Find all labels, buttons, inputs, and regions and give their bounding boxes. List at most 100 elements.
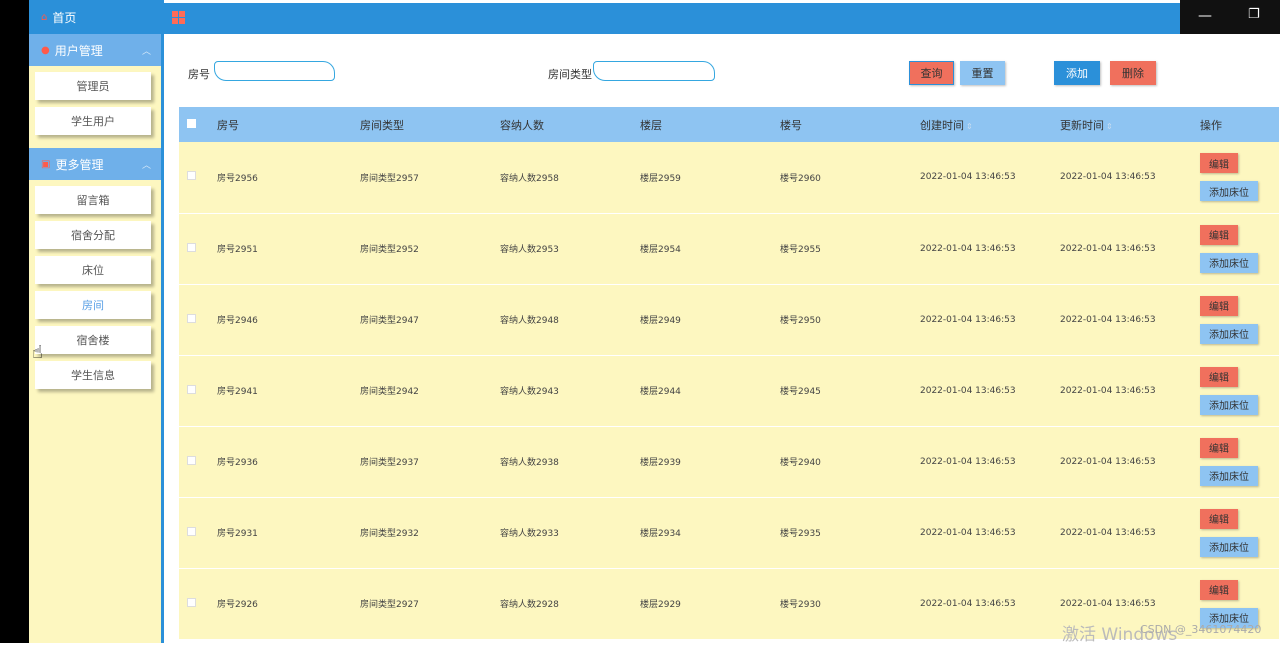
row-checkbox[interactable] — [187, 526, 196, 536]
cell-updated-time: 2022-01-04 13:46:53 — [1060, 527, 1156, 538]
row-checkbox[interactable] — [187, 313, 196, 323]
left-black-strip — [0, 0, 29, 643]
col-header-updated[interactable]: 更新时间 ⇕ — [1060, 107, 1200, 142]
query-button[interactable]: 查询 — [909, 61, 954, 85]
edit-button[interactable]: 编辑 — [1200, 224, 1238, 245]
cell-floor: 楼层2939 — [640, 458, 681, 468]
sidebar-item-student-user[interactable]: 学生用户 — [35, 107, 151, 135]
sidebar-group-label: 用户管理 — [54, 43, 103, 58]
cell-created-time: 2022-01-04 13:46:53 — [920, 527, 1016, 538]
window-controls: — ❐ — [1180, 0, 1280, 34]
cell-floor: 楼层2954 — [640, 245, 681, 255]
cell-created-time: 2022-01-04 13:46:53 — [920, 385, 1016, 396]
sidebar-sublist-more: 留言箱 宿舍分配 床位 房间 宿舍楼 学生信息 — [29, 180, 161, 402]
sort-icon[interactable]: ⇕ — [1106, 122, 1113, 131]
sidebar-item-student-info[interactable]: 学生信息 — [35, 361, 151, 389]
add-button[interactable]: 添加 — [1054, 61, 1100, 85]
cell-floor: 楼层2929 — [640, 600, 681, 610]
sidebar-home-label: 首页 — [52, 10, 77, 25]
reset-button[interactable]: 重置 — [960, 61, 1005, 85]
edit-button[interactable]: 编辑 — [1200, 295, 1238, 316]
table-row: 房号2936 房间类型2937 容纳人数2938 楼层2939 楼号2940 2022-0… — [179, 426, 1279, 497]
row-actions: 编辑 添加床位 — [1200, 153, 1279, 202]
sort-icon[interactable]: ⇕ — [966, 122, 973, 131]
sidebar-item-room[interactable]: 房间 — [35, 291, 151, 319]
cell-floor: 楼层2959 — [640, 173, 681, 184]
cell-room-type: 房间类型2957 — [360, 173, 419, 184]
col-header-room-type: 房间类型 — [360, 118, 404, 132]
cell-room-type: 房间类型2927 — [360, 600, 419, 610]
sidebar-sublist-user: 管理员 学生用户 — [29, 66, 161, 148]
edit-button[interactable]: 编辑 — [1200, 366, 1238, 387]
add-bed-button[interactable]: 添加床位 — [1200, 394, 1258, 415]
cell-capacity: 容纳人数2953 — [500, 245, 559, 255]
sidebar-item-bed[interactable]: 床位 — [35, 256, 151, 284]
cell-capacity: 容纳人数2928 — [500, 600, 559, 610]
top-bar — [164, 3, 1180, 34]
row-checkbox[interactable] — [187, 384, 196, 394]
edit-button[interactable]: 编辑 — [1200, 508, 1238, 529]
edit-button[interactable]: 编辑 — [1200, 153, 1238, 174]
room-no-input[interactable] — [214, 61, 335, 81]
delete-button[interactable]: 删除 — [1110, 61, 1156, 85]
table-row: 房号2946 房间类型2947 容纳人数2948 楼层2949 楼号2950 2022-0… — [179, 284, 1279, 355]
sidebar-item-dorm-building[interactable]: 宿舍楼 — [35, 326, 151, 354]
add-bed-button[interactable]: 添加床位 — [1200, 252, 1258, 273]
cell-building: 楼号2935 — [780, 529, 821, 539]
sidebar-group-more-management[interactable]: ▣ 更多管理 ︿ — [29, 148, 161, 180]
cell-building: 楼号2930 — [780, 600, 821, 610]
add-bed-button[interactable]: 添加床位 — [1200, 536, 1258, 557]
cell-updated-time: 2022-01-04 13:46:53 — [1060, 385, 1156, 396]
cell-room-no: 房号2931 — [217, 529, 258, 539]
restore-icon[interactable]: ❐ — [1248, 7, 1260, 22]
row-checkbox[interactable] — [187, 455, 196, 465]
user-icon: ● — [41, 44, 50, 56]
cell-building: 楼号2960 — [780, 173, 821, 184]
cell-room-type: 房间类型2947 — [360, 316, 419, 326]
grid-icon[interactable] — [172, 11, 185, 24]
cell-room-no: 房号2926 — [217, 600, 258, 610]
add-bed-button[interactable]: 添加床位 — [1200, 181, 1258, 202]
add-bed-button[interactable]: 添加床位 — [1200, 323, 1258, 344]
minimize-icon[interactable]: — — [1198, 8, 1212, 24]
sidebar-group-user-management[interactable]: ● 用户管理 ︿ — [29, 34, 161, 66]
edit-button[interactable]: 编辑 — [1200, 437, 1238, 458]
add-bed-button[interactable]: 添加床位 — [1200, 465, 1258, 486]
col-header-building: 楼号 — [780, 118, 802, 132]
table-row: 房号2941 房间类型2942 容纳人数2943 楼层2944 楼号2945 2022-0… — [179, 355, 1279, 426]
sidebar: ⌂ 首页 ● 用户管理 ︿ 管理员 学生用户 ▣ 更多管理 ︿ 留言箱 宿舍分配… — [29, 0, 164, 643]
chevron-up-icon: ︿ — [141, 160, 151, 171]
cell-created-time: 2022-01-04 13:46:53 — [920, 598, 1016, 609]
row-checkbox[interactable] — [187, 171, 196, 181]
cell-capacity: 容纳人数2943 — [500, 387, 559, 397]
cell-room-type: 房间类型2942 — [360, 387, 419, 397]
cell-room-type: 房间类型2937 — [360, 458, 419, 468]
cell-created-time: 2022-01-04 13:46:53 — [920, 314, 1016, 325]
room-type-input[interactable] — [593, 61, 715, 81]
room-table: 房号 房间类型 容纳人数 楼层 楼号 创建时间 ⇕ 更新时间 ⇕ 操作 房号2956… — [179, 107, 1279, 640]
row-checkbox[interactable] — [187, 597, 196, 607]
col-header-updated-label: 更新时间 — [1060, 118, 1104, 132]
sidebar-item-admin[interactable]: 管理员 — [35, 72, 151, 100]
cell-created-time: 2022-01-04 13:46:53 — [920, 172, 1016, 183]
row-checkbox[interactable] — [187, 242, 196, 252]
cell-building: 楼号2955 — [780, 245, 821, 255]
select-all-checkbox[interactable] — [187, 119, 196, 128]
cell-created-time: 2022-01-04 13:46:53 — [920, 243, 1016, 254]
table-row: 房号2951 房间类型2952 容纳人数2953 楼层2954 楼号2955 2022-0… — [179, 213, 1279, 284]
col-header-created[interactable]: 创建时间 ⇕ — [920, 107, 1060, 142]
cell-capacity: 容纳人数2948 — [500, 316, 559, 326]
sidebar-item-dorm-allocation[interactable]: 宿舍分配 — [35, 221, 151, 249]
row-actions: 编辑 添加床位 — [1200, 224, 1279, 273]
edit-button[interactable]: 编辑 — [1200, 579, 1238, 600]
row-actions: 编辑 添加床位 — [1200, 437, 1279, 486]
sidebar-item-message-box[interactable]: 留言箱 — [35, 186, 151, 214]
room-type-label: 房间类型 — [548, 68, 592, 81]
search-bar: 房号 房间类型 查询 重置 添加 删除 — [164, 34, 1280, 106]
sidebar-home[interactable]: ⌂ 首页 — [29, 0, 161, 34]
cell-updated-time: 2022-01-04 13:46:53 — [1060, 243, 1156, 254]
cell-building: 楼号2945 — [780, 387, 821, 397]
cell-updated-time: 2022-01-04 13:46:53 — [1060, 172, 1156, 183]
cell-room-no: 房号2941 — [217, 387, 258, 397]
cell-room-type: 房间类型2952 — [360, 245, 419, 255]
